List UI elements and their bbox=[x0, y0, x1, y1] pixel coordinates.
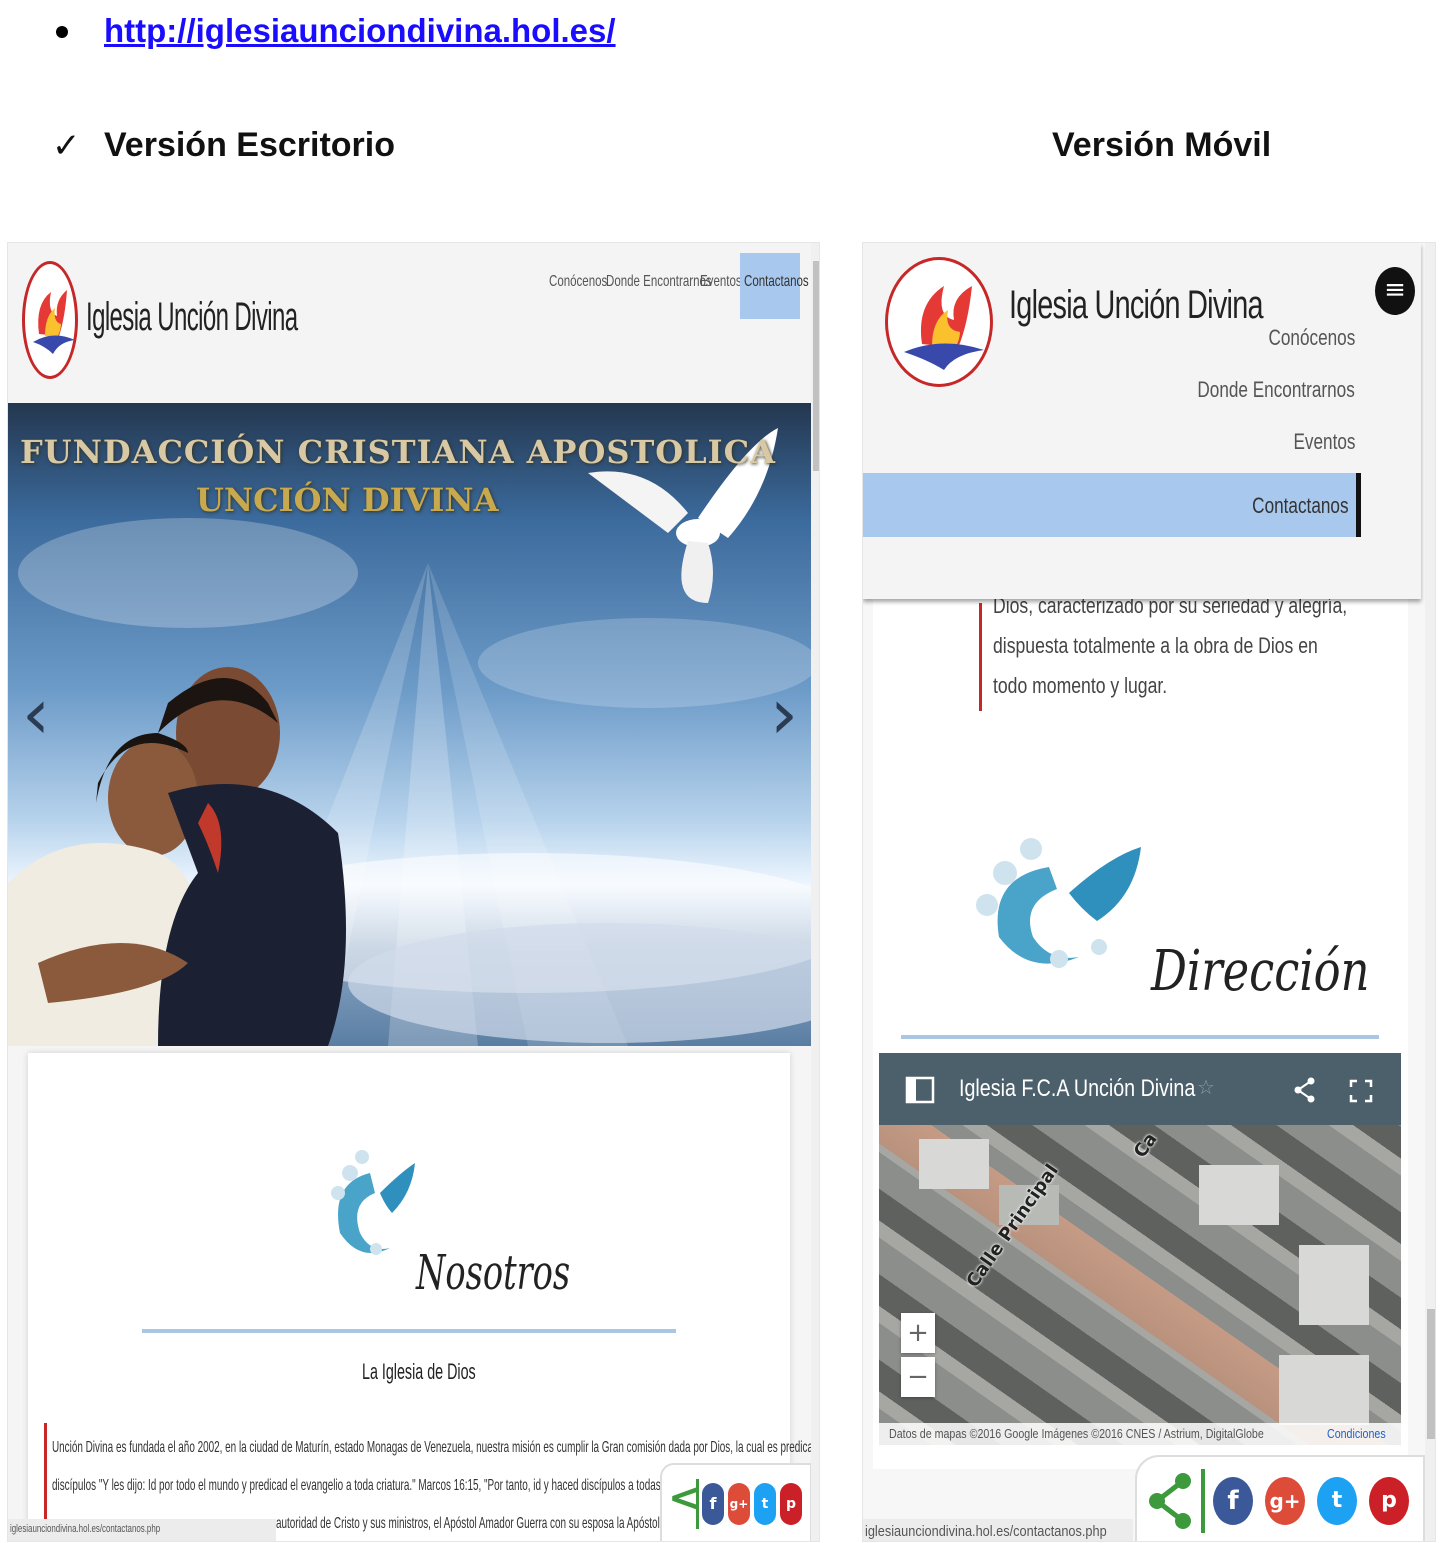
nav-eventos[interactable]: Eventos bbox=[700, 273, 742, 291]
mobile-paragraph-line-2: dispuesta totalmente a la obra de Dios e… bbox=[993, 633, 1318, 658]
desktop-screenshot: Iglesia Unción Divina Conócenos Donde En… bbox=[7, 242, 820, 1542]
mobile-scrollbar-thumb[interactable] bbox=[1427, 1309, 1435, 1439]
map-satellite-image[interactable]: Calle Principal Ca + − Datos de mapas ©2… bbox=[879, 1125, 1401, 1445]
mobile-share-icon[interactable] bbox=[1147, 1471, 1193, 1531]
mobile-nav-conocenos[interactable]: Conócenos bbox=[1268, 325, 1355, 351]
mobile-nav-donde-encontrarnos[interactable]: Donde Encontrarnos bbox=[1198, 377, 1355, 403]
desktop-brand-title[interactable]: Iglesia Unción Divina bbox=[86, 295, 298, 340]
about-paragraph-line-2: discípulos "Y les dijo: Id por todo el m… bbox=[52, 1477, 736, 1494]
hero-title-line1: FUNDACCIÓN CRISTIANA APOSTOLICA bbox=[20, 433, 776, 471]
pinterest-icon[interactable]: p bbox=[780, 1483, 802, 1525]
nosotros-section-title: Nosotros bbox=[416, 1245, 571, 1301]
twitter-icon[interactable]: t bbox=[754, 1483, 776, 1525]
map-title-bar: Iglesia F.C.A Unción Divina ☆ bbox=[879, 1053, 1401, 1125]
about-paragraph-line-1: Unción Divina es fundada el año 2002, en… bbox=[52, 1439, 820, 1456]
mobile-nav-eventos[interactable]: Eventos bbox=[1293, 429, 1355, 455]
site-url-link[interactable]: http://iglesiaunciondivina.hol.es/ bbox=[104, 12, 616, 50]
mobile-facebook-icon[interactable]: f bbox=[1213, 1477, 1253, 1525]
dove-flame-logo-icon bbox=[33, 290, 75, 354]
mobile-quote-red-bar bbox=[979, 603, 982, 711]
list-bullet bbox=[56, 26, 68, 38]
mobile-ornamental-dove-icon bbox=[976, 838, 1141, 968]
map-terms-link[interactable]: Condiciones bbox=[1327, 1426, 1386, 1441]
desktop-site-header: Iglesia Unción Divina Conócenos Donde En… bbox=[8, 243, 811, 401]
mobile-screenshot: Iglesia Unción Divina ≡ Conócenos Donde … bbox=[862, 242, 1436, 1542]
map-sidebar-icon[interactable] bbox=[905, 1075, 935, 1105]
ornamental-dove-icon bbox=[331, 1150, 415, 1255]
hero-slider: FUNDACCIÓN CRISTIANA APOSTOLICA UNCIÓN D… bbox=[8, 403, 811, 1046]
mobile-google-plus-icon[interactable]: g+ bbox=[1265, 1477, 1305, 1525]
hero-title-line2: UNCIÓN DIVINA bbox=[196, 481, 499, 519]
desktop-share-dock: < f g+ t p bbox=[660, 1463, 812, 1541]
google-plus-icon[interactable]: g+ bbox=[728, 1483, 750, 1525]
nav-contactanos[interactable]: Contactanos bbox=[744, 273, 809, 291]
map-credit-text: Datos de mapas ©2016 Google Imágenes ©20… bbox=[889, 1426, 1264, 1441]
desktop-status-url-text: iglesiaunciondivina.hol.es/contactanos.p… bbox=[10, 1523, 161, 1535]
map-share-icon[interactable] bbox=[1293, 1077, 1317, 1103]
mobile-twitter-icon[interactable]: t bbox=[1317, 1477, 1357, 1525]
facebook-icon[interactable]: f bbox=[702, 1483, 724, 1525]
desktop-scrollbar-thumb[interactable] bbox=[813, 261, 819, 471]
mobile-section-divider bbox=[901, 1035, 1379, 1039]
mobile-status-url: iglesiaunciondivina.hol.es/contactanos.p… bbox=[863, 1519, 1133, 1541]
check-mark-icon: ✓ bbox=[52, 126, 81, 166]
mobile-church-logo bbox=[885, 257, 993, 387]
slider-prev-arrow-icon[interactable]: ‹ bbox=[22, 673, 50, 755]
map-building bbox=[1279, 1355, 1369, 1425]
section-subtitle: La Iglesia de Dios bbox=[362, 1359, 476, 1384]
desktop-version-heading: Versión Escritorio bbox=[104, 126, 395, 164]
map-title: Iglesia F.C.A Unción Divina bbox=[959, 1075, 1196, 1102]
mobile-site-header: Iglesia Unción Divina ≡ Conócenos Donde … bbox=[863, 243, 1421, 599]
map-attribution: Datos de mapas ©2016 Google Imágenes ©20… bbox=[879, 1423, 1401, 1445]
hamburger-menu-icon[interactable]: ≡ bbox=[1375, 267, 1415, 315]
map-street-label-2: Ca bbox=[1129, 1129, 1162, 1162]
mobile-dove-flame-logo-icon bbox=[904, 286, 984, 370]
mobile-nav-contactanos[interactable]: Contactanos bbox=[1253, 493, 1349, 519]
slider-next-arrow-icon[interactable]: › bbox=[770, 673, 798, 755]
mobile-pinterest-icon[interactable]: p bbox=[1369, 1477, 1409, 1525]
nav-conocenos[interactable]: Conócenos bbox=[549, 273, 607, 291]
share-divider bbox=[696, 1479, 699, 1529]
map-building bbox=[1299, 1245, 1369, 1325]
direccion-section-title: Dirección bbox=[1151, 939, 1370, 1004]
church-logo bbox=[22, 261, 78, 379]
google-map-embed[interactable]: Iglesia F.C.A Unción Divina ☆ Calle Prin… bbox=[879, 1053, 1401, 1445]
section-divider bbox=[142, 1329, 676, 1333]
map-zoom-in-button[interactable]: + bbox=[901, 1313, 935, 1353]
map-star-icon[interactable]: ☆ bbox=[1197, 1075, 1215, 1099]
map-building bbox=[1199, 1165, 1279, 1225]
map-fullscreen-icon[interactable] bbox=[1349, 1079, 1373, 1103]
mobile-brand-title[interactable]: Iglesia Unción Divina bbox=[1009, 283, 1264, 328]
desktop-status-url: iglesiaunciondivina.hol.es/contactanos.p… bbox=[8, 1519, 276, 1541]
about-paragraph-line-3: autoridad de Cristo y sus ministros, el … bbox=[276, 1515, 698, 1532]
nav-donde-encontrarnos[interactable]: Donde Encontrarnos bbox=[606, 273, 712, 291]
mobile-paragraph-line-3: todo momento y lugar. bbox=[993, 673, 1168, 698]
mobile-status-url-text: iglesiaunciondivina.hol.es/contactanos.p… bbox=[865, 1523, 1107, 1540]
mobile-version-heading: Versión Móvil bbox=[1052, 126, 1272, 164]
mobile-scrollbar[interactable] bbox=[1425, 243, 1435, 1541]
map-building bbox=[919, 1139, 989, 1189]
mobile-share-dock: f g+ t p bbox=[1135, 1455, 1425, 1541]
desktop-scrollbar[interactable] bbox=[811, 243, 819, 1541]
couple-photo-image bbox=[8, 667, 346, 1046]
mobile-share-divider bbox=[1201, 1469, 1205, 1533]
map-zoom-out-button[interactable]: − bbox=[901, 1357, 935, 1397]
